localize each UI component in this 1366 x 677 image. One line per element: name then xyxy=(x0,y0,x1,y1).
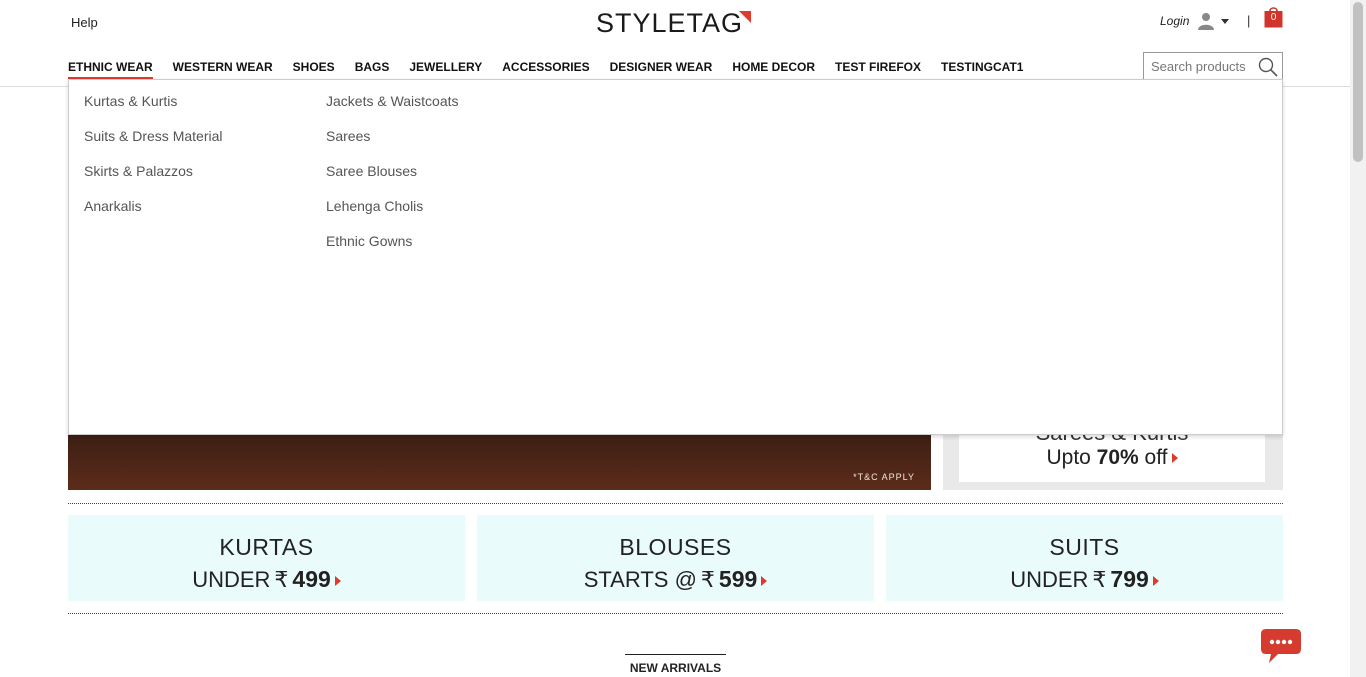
arrow-right-icon xyxy=(1152,576,1159,587)
cart-count-badge: 0 xyxy=(1270,12,1277,23)
menu-item-kurtas-kurtis[interactable]: Kurtas & Kurtis xyxy=(84,93,222,128)
page-scrollbar[interactable] xyxy=(1350,0,1366,677)
rupee-symbol: ₹ xyxy=(1092,567,1107,592)
side-promo-offer: Upto 70% off xyxy=(959,446,1265,470)
tile-price: 799 xyxy=(1110,566,1149,592)
user-icon[interactable] xyxy=(1197,12,1215,30)
tile-offer-label: UNDER xyxy=(1010,567,1089,592)
nav-jewellery[interactable]: JEWELLERY xyxy=(409,60,482,79)
menu-item-saree-blouses[interactable]: Saree Blouses xyxy=(326,163,459,198)
tile-title: SUITS xyxy=(1049,534,1120,560)
nav-ethnic-wear[interactable]: ETHNIC WEAR xyxy=(68,60,153,79)
nav-home-decor[interactable]: HOME DECOR xyxy=(732,60,815,79)
scrollbar-thumb[interactable] xyxy=(1353,2,1363,162)
tile-title: KURTAS xyxy=(219,534,314,560)
chat-button[interactable] xyxy=(1260,627,1302,665)
nav-testingcat1[interactable]: TESTINGCAT1 xyxy=(941,60,1023,79)
arrow-right-icon xyxy=(1171,453,1178,464)
menu-item-lehenga-cholis[interactable]: Lehenga Cholis xyxy=(326,198,459,233)
cart-button[interactable]: 0 xyxy=(1264,6,1283,28)
logo-text: STYLETAG xyxy=(596,8,744,38)
tile-offer: STARTS @ ₹599 xyxy=(477,566,874,593)
promo-tile-blouses[interactable]: BLOUSES STARTS @ ₹599 xyxy=(477,515,874,601)
nav-designer-wear[interactable]: DESIGNER WEAR xyxy=(610,60,713,79)
nav-shoes[interactable]: SHOES xyxy=(293,60,335,79)
styletag-logo[interactable]: STYLETAG xyxy=(596,8,752,38)
section-divider xyxy=(68,613,1283,614)
search-icon[interactable] xyxy=(1258,57,1278,77)
side-promo-percent: 70% xyxy=(1096,446,1139,469)
nav-test-firefox[interactable]: TEST FIREFOX xyxy=(835,60,921,79)
tile-offer-label: UNDER xyxy=(192,567,271,592)
nav-western-wear[interactable]: WESTERN WEAR xyxy=(173,60,273,79)
nav-bags[interactable]: BAGS xyxy=(355,60,390,79)
logo-mark-icon xyxy=(739,11,752,23)
menu-item-suits-dress-material[interactable]: Suits & Dress Material xyxy=(84,128,222,163)
rupee-symbol: ₹ xyxy=(700,567,715,592)
menu-item-sarees[interactable]: Sarees xyxy=(326,128,459,163)
tile-offer-label: STARTS @ xyxy=(583,567,697,592)
search-input[interactable] xyxy=(1144,53,1254,80)
side-promo-prefix: Upto xyxy=(1046,446,1091,469)
side-promo-suffix: off xyxy=(1144,446,1168,469)
tile-offer: UNDER ₹499 xyxy=(68,566,465,593)
section-divider xyxy=(68,503,1283,504)
account-menu[interactable]: Login xyxy=(1160,12,1230,30)
tile-price: 599 xyxy=(718,566,758,592)
menu-item-anarkalis[interactable]: Anarkalis xyxy=(84,198,222,233)
arrow-right-icon xyxy=(334,576,341,587)
tile-offer: UNDER ₹799 xyxy=(886,566,1283,593)
chevron-down-icon[interactable] xyxy=(1221,18,1230,24)
promo-tile-suits[interactable]: SUITS UNDER ₹799 xyxy=(886,515,1283,601)
arrow-right-icon xyxy=(761,576,768,587)
hero-floor xyxy=(68,435,931,490)
chat-bubble-icon xyxy=(1261,629,1301,663)
tile-title: BLOUSES xyxy=(619,534,732,560)
main-nav: ETHNIC WEAR WESTERN WEAR SHOES BAGS JEWE… xyxy=(68,60,1043,79)
help-link[interactable]: Help xyxy=(71,15,98,30)
search-box xyxy=(1143,52,1283,81)
menu-item-jackets-waistcoats[interactable]: Jackets & Waistcoats xyxy=(326,93,459,128)
dropdown-column-1: Kurtas & Kurtis Suits & Dress Material S… xyxy=(84,93,222,233)
nav-accessories[interactable]: ACCESSORIES xyxy=(502,60,589,79)
new-arrivals-heading: NEW ARRIVALS xyxy=(625,654,726,675)
login-link[interactable]: Login xyxy=(1160,14,1189,28)
tile-price: 499 xyxy=(292,566,331,592)
hero-terms-text: *T&C APPLY xyxy=(853,472,915,482)
menu-item-ethnic-gowns[interactable]: Ethnic Gowns xyxy=(326,233,459,268)
dropdown-column-2: Jackets & Waistcoats Sarees Saree Blouse… xyxy=(326,93,459,268)
promo-tile-kurtas[interactable]: KURTAS UNDER ₹499 xyxy=(68,515,465,601)
menu-item-skirts-palazzos[interactable]: Skirts & Palazzos xyxy=(84,163,222,198)
rupee-symbol: ₹ xyxy=(274,567,289,592)
ethnic-wear-dropdown: Kurtas & Kurtis Suits & Dress Material S… xyxy=(68,79,1283,435)
header-separator: | xyxy=(1247,13,1251,28)
